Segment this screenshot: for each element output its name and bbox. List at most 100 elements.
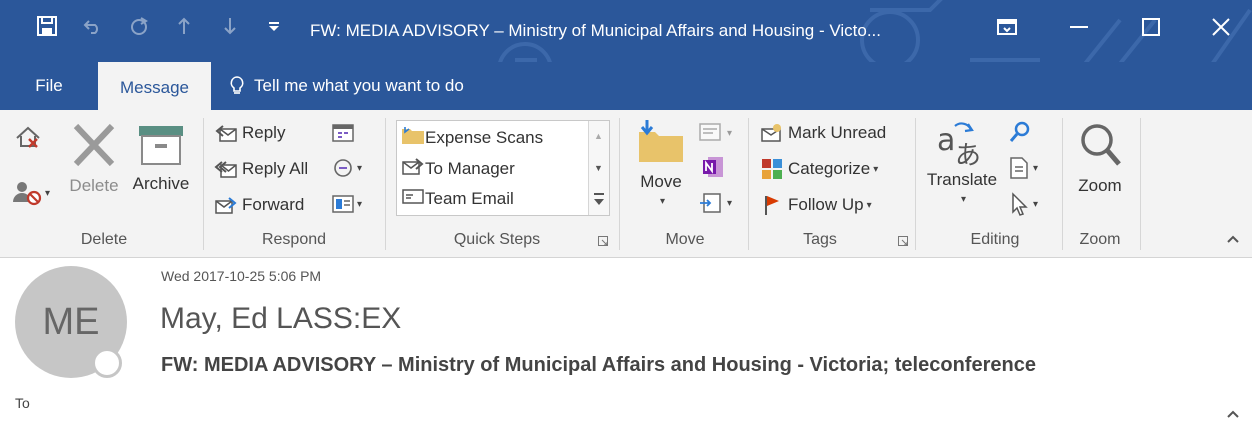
follow-up-label: Follow Up [788, 195, 864, 214]
delete-button[interactable]: Delete [66, 122, 122, 196]
redo-icon[interactable] [124, 10, 154, 42]
quick-steps-group-label: Quick Steps [453, 231, 541, 248]
undo-icon[interactable] [78, 10, 108, 42]
reply-label: Reply [242, 123, 286, 142]
delete-label: Delete [69, 176, 119, 195]
presence-indicator [92, 348, 122, 378]
group-divider [385, 118, 386, 250]
move-label: Move [640, 172, 682, 191]
forward-button[interactable]: Forward [214, 194, 304, 216]
mark-unread-button[interactable]: Mark Unread [760, 122, 886, 144]
group-divider [748, 118, 749, 250]
related-icon[interactable]: ▾ [1008, 156, 1038, 180]
quick-steps-gallery: Expense Scans To Manager Team Email ▲ ▼ [396, 120, 610, 216]
forward-icon [214, 194, 238, 216]
more-respond-icon[interactable]: ▾ [332, 194, 362, 214]
categorize-icon [760, 158, 784, 180]
ribbon: ▾ Delete Archive Delete Reply Reply All … [0, 110, 1252, 258]
customize-icon[interactable] [262, 10, 286, 42]
find-icon[interactable] [1008, 120, 1032, 144]
quick-steps-scrollbar[interactable]: ▲ ▼ [588, 121, 609, 215]
avatar-initials: ME [42, 300, 100, 343]
zoom-button[interactable]: Zoom [1070, 122, 1130, 196]
collapse-ribbon-icon[interactable] [1226, 234, 1240, 244]
tab-message[interactable]: Message [98, 62, 211, 110]
follow-up-button[interactable]: Follow Up ▾ [760, 194, 872, 216]
archive-icon [137, 124, 185, 166]
title-bar: FW: MEDIA ADVISORY – Ministry of Municip… [0, 0, 1252, 62]
minimize-icon[interactable] [1056, 6, 1102, 48]
ribbon-display-options-icon[interactable] [984, 6, 1030, 48]
categorize-button[interactable]: Categorize ▾ [760, 158, 878, 180]
junk-button[interactable]: ▾ [12, 180, 50, 206]
up-arrow-icon[interactable] [170, 10, 198, 42]
quick-step-label: Expense Scans [425, 127, 544, 147]
group-divider [1140, 118, 1141, 250]
lightbulb-icon [230, 76, 244, 96]
reply-all-button[interactable]: Reply All [214, 158, 308, 180]
delete-x-icon [70, 122, 118, 168]
quick-step-item[interactable]: Expense Scans [401, 125, 543, 150]
reply-all-icon [214, 158, 238, 180]
ignore-icon[interactable] [14, 124, 42, 152]
delete-group-label: Delete [80, 231, 128, 248]
editing-group-label: Editing [970, 231, 1020, 248]
group-divider [915, 118, 916, 250]
scroll-up-icon[interactable]: ▲ [594, 131, 603, 141]
reply-icon [214, 122, 238, 144]
tab-file[interactable]: File [20, 62, 78, 110]
respond-group-label: Respond [261, 231, 327, 248]
select-icon[interactable]: ▾ [1008, 192, 1038, 216]
move-group-label: Move [665, 231, 705, 248]
meeting-icon[interactable] [332, 122, 354, 142]
message-subject: FW: MEDIA ADVISORY – Ministry of Municip… [161, 354, 1036, 376]
dialog-launcher-icon[interactable] [598, 236, 608, 246]
to-label: To [15, 395, 30, 411]
reply-all-label: Reply All [242, 159, 309, 178]
translate-dropdown-icon: ▾ [960, 194, 967, 205]
translate-label: Translate [926, 170, 998, 189]
archive-label: Archive [132, 174, 190, 193]
im-reply-icon[interactable]: ▾ [332, 158, 362, 178]
window-title: FW: MEDIA ADVISORY – Ministry of Municip… [310, 21, 881, 40]
ribbon-tabs: File Message Tell me what you want to do [0, 62, 1252, 110]
envelope-icon [401, 187, 425, 210]
archive-button[interactable]: Archive [128, 124, 194, 194]
block-sender-icon [12, 180, 42, 206]
zoom-group-label: Zoom [1079, 231, 1121, 248]
scroll-down-icon[interactable]: ▼ [594, 163, 603, 173]
forward-label: Forward [242, 195, 305, 214]
folder-icon [401, 125, 425, 150]
move-button[interactable]: Move ▾ [630, 120, 692, 207]
zoom-label: Zoom [1078, 176, 1122, 195]
expand-gallery-icon[interactable] [592, 191, 606, 211]
move-folder-icon [637, 120, 685, 164]
quick-step-item[interactable]: Team Email [401, 187, 514, 210]
tags-group-label: Tags [803, 231, 837, 248]
sender-name[interactable]: May, Ed LASS:EX [160, 302, 401, 336]
collapse-header-icon[interactable] [1226, 406, 1240, 424]
move-dropdown-icon: ▾ [659, 196, 666, 207]
down-arrow-icon[interactable] [216, 10, 244, 42]
save-icon[interactable] [30, 10, 64, 42]
tell-me-text: Tell me what you want to do [254, 76, 464, 95]
group-divider [1062, 118, 1063, 250]
categorize-label: Categorize [788, 159, 871, 178]
group-divider [203, 118, 204, 250]
onenote-icon[interactable] [702, 156, 724, 178]
quick-step-label: Team Email [425, 188, 514, 208]
mark-unread-icon [760, 122, 784, 144]
maximize-icon[interactable] [1128, 6, 1174, 48]
reply-button[interactable]: Reply [214, 122, 285, 144]
translate-button[interactable]: aあ Translate ▾ [922, 120, 1002, 205]
tell-me-box[interactable]: Tell me what you want to do [230, 62, 464, 110]
rules-icon: ▾ [698, 122, 732, 144]
quick-step-label: To Manager [425, 158, 515, 178]
close-icon[interactable] [1198, 6, 1244, 48]
dialog-launcher-icon[interactable] [898, 236, 908, 246]
translate-icon: aあ [935, 120, 989, 166]
quick-step-item[interactable]: To Manager [401, 156, 515, 181]
svg-text:あ: あ [955, 141, 981, 166]
actions-icon[interactable]: ▾ [698, 192, 732, 214]
envelope-arrow-icon [401, 156, 425, 181]
